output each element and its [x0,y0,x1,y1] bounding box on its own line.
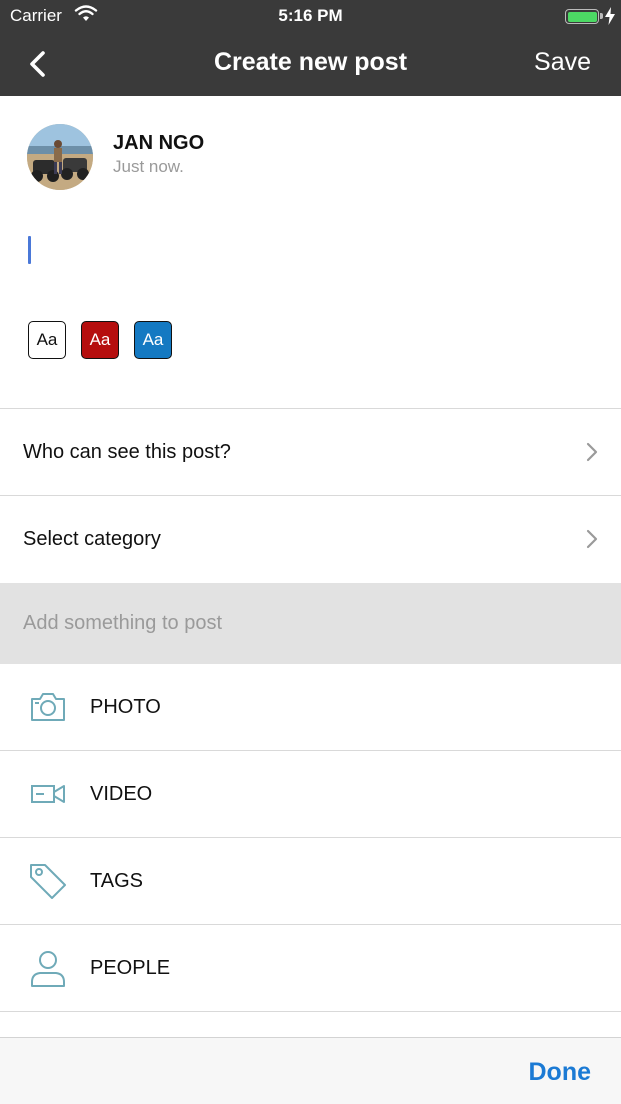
chevron-right-icon [586,529,598,549]
author-name: JAN NGO [113,132,205,154]
save-button[interactable]: Save [534,48,591,77]
keyboard-toolbar: Done [0,1037,621,1104]
camera-icon [31,693,65,721]
video-label: VIDEO [90,783,153,805]
battery-icon [565,9,599,24]
person-icon [31,951,65,987]
divider [0,1011,621,1012]
text-style-plain-button[interactable]: Aa [28,321,66,359]
video-icon [31,785,65,803]
post-timestamp: Just now. [113,157,184,176]
chevron-right-icon [586,442,598,462]
text-style-red-button[interactable]: Aa [81,321,119,359]
battery-cap [600,13,603,19]
divider [0,495,621,496]
clock: 5:16 PM [278,6,343,25]
photo-label: PHOTO [90,696,161,718]
audience-label: Who can see this post? [23,441,231,463]
photo-row[interactable]: PHOTO [0,664,621,750]
category-label: Select category [23,528,161,550]
people-label: PEOPLE [90,957,171,979]
status-bar: Carrier 5:16 PM [0,0,621,32]
nav-bar: Create new post Save [0,32,621,96]
done-button[interactable]: Done [529,1058,592,1087]
charging-bolt-icon [605,7,615,25]
text-style-blue-button[interactable]: Aa [134,321,172,359]
tags-row[interactable]: TAGS [0,838,621,924]
avatar-photo [27,124,93,190]
text-cursor[interactable] [28,236,31,264]
video-row[interactable]: VIDEO [0,751,621,837]
tags-label: TAGS [90,870,143,892]
avatar [27,124,93,190]
tag-icon [30,864,66,899]
page-title: Create new post [213,48,408,76]
divider [0,408,621,409]
add-section-header: Add something to post [0,583,621,664]
add-section-label: Add something to post [23,612,223,634]
people-row[interactable]: PEOPLE [0,925,621,1011]
